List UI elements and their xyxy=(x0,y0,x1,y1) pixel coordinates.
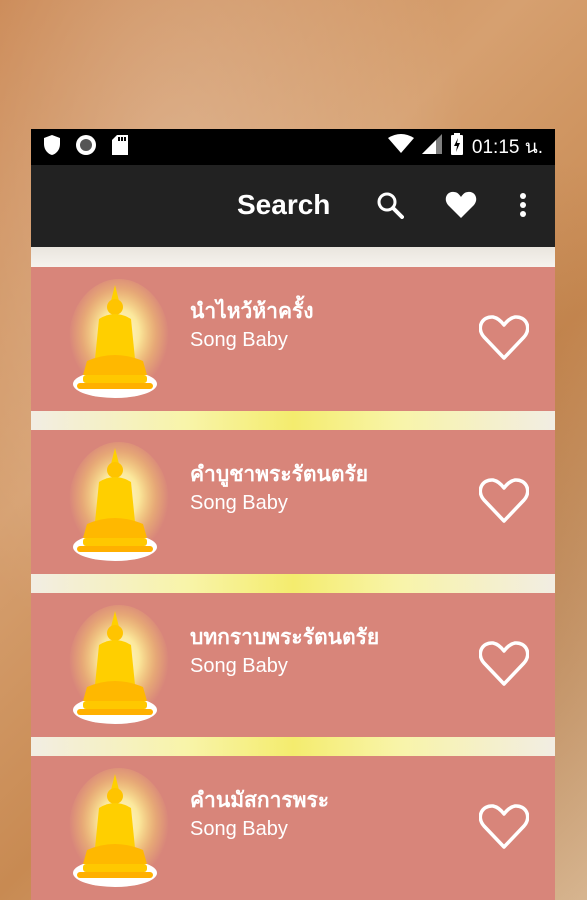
search-icon xyxy=(376,191,404,223)
list-item[interactable]: คำนมัสการพระ Song Baby xyxy=(31,756,555,900)
buddha-thumbnail xyxy=(69,768,169,892)
buddha-thumbnail xyxy=(69,279,169,403)
favorite-heart-icon[interactable] xyxy=(479,641,529,687)
shield-icon xyxy=(43,134,61,160)
favorite-heart-icon[interactable] xyxy=(479,315,529,361)
song-title: บทกราบพระรัตนตรัย xyxy=(190,625,380,649)
list-divider xyxy=(31,574,555,593)
favorite-heart-icon[interactable] xyxy=(479,804,529,850)
list-divider xyxy=(31,411,555,430)
song-artist: Song Baby xyxy=(190,492,288,514)
song-list: นำไหว้ห้าครั้ง Song Baby คำบูชาพระรัตนตร… xyxy=(31,247,555,900)
list-divider xyxy=(31,737,555,756)
song-title: นำไหว้ห้าครั้ง xyxy=(190,299,314,323)
list-top-divider xyxy=(31,247,555,267)
status-bar: 01:15 น. xyxy=(31,129,555,165)
favorite-heart-icon[interactable] xyxy=(479,478,529,524)
overflow-menu-button[interactable] xyxy=(505,189,541,225)
song-artist: Song Baby xyxy=(190,329,288,351)
app-toolbar: Search xyxy=(31,165,555,247)
battery-charging-icon xyxy=(450,133,464,161)
list-item[interactable]: บทกราบพระรัตนตรัย Song Baby xyxy=(31,593,555,737)
favorites-button[interactable] xyxy=(443,189,479,225)
song-title: คำบูชาพระรัตนตรัย xyxy=(190,462,369,486)
buddha-thumbnail xyxy=(69,442,169,566)
search-button[interactable] xyxy=(372,189,408,225)
list-item[interactable]: นำไหว้ห้าครั้ง Song Baby xyxy=(31,267,555,411)
list-item[interactable]: คำบูชาพระรัตนตรัย Song Baby xyxy=(31,430,555,574)
heart-icon xyxy=(445,191,477,223)
signal-icon xyxy=(421,134,442,160)
more-vert-icon xyxy=(519,192,527,222)
song-title: คำนมัสการพระ xyxy=(190,788,330,812)
song-artist: Song Baby xyxy=(190,655,288,677)
app-screen: 01:15 น. Search นำไหว้ห้าครั้ง Song Baby xyxy=(31,129,555,900)
page-title: Search xyxy=(237,189,331,220)
buddha-thumbnail xyxy=(69,605,169,729)
song-artist: Song Baby xyxy=(190,818,288,840)
wifi-icon xyxy=(387,134,414,160)
sd-card-icon xyxy=(111,134,129,160)
status-time: 01:15 น. xyxy=(471,137,543,158)
record-icon xyxy=(75,134,97,160)
